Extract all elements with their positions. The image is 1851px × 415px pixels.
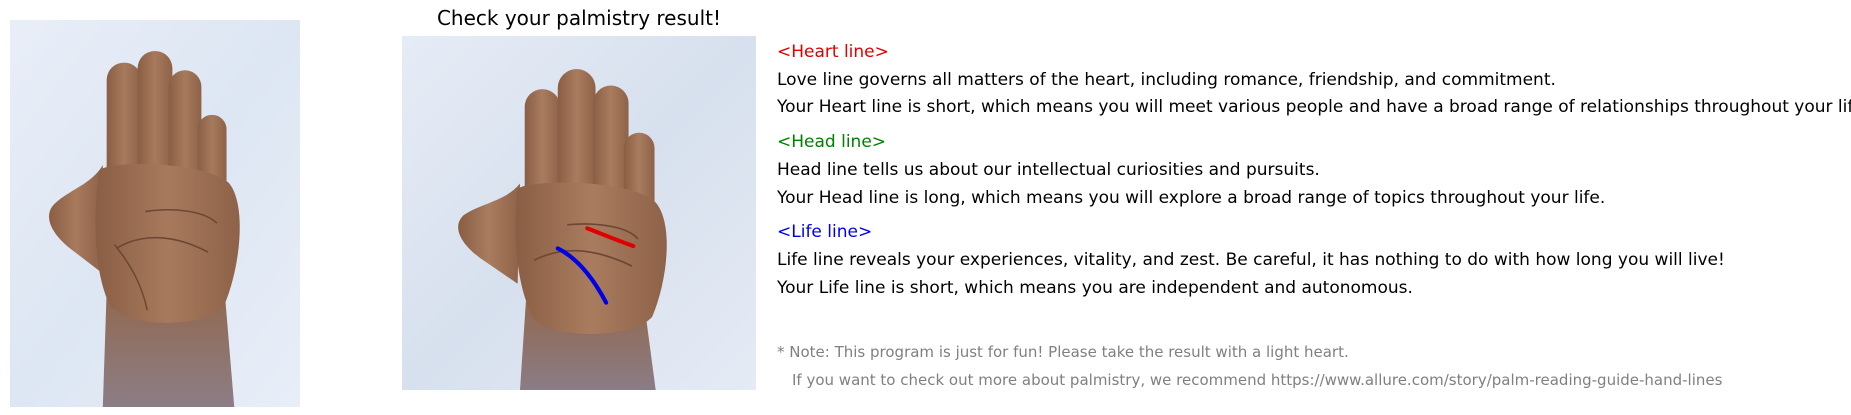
result-palm-image [402, 36, 756, 390]
result-title: Check your palmistry result! [436, 6, 722, 30]
palmistry-reference-note: If you want to check out more about palm… [792, 371, 1723, 389]
head-line-result: Your Head line is long, which means you … [777, 188, 1606, 208]
life-line-description: Life line reveals your experiences, vita… [777, 250, 1725, 270]
original-palm-image [10, 20, 300, 407]
life-line-heading: <Life line> [777, 222, 873, 242]
heart-line-heading: <Heart line> [777, 42, 889, 62]
head-line-description: Head line tells us about our intellectua… [777, 160, 1320, 180]
heart-line-result: Your Heart line is short, which means yo… [777, 97, 1851, 117]
fun-disclaimer-note: * Note: This program is just for fun! Pl… [777, 343, 1349, 361]
life-line-result: Your Life line is short, which means you… [777, 278, 1413, 298]
heart-line-description: Love line governs all matters of the hea… [777, 70, 1556, 90]
head-line-heading: <Head line> [777, 132, 887, 152]
